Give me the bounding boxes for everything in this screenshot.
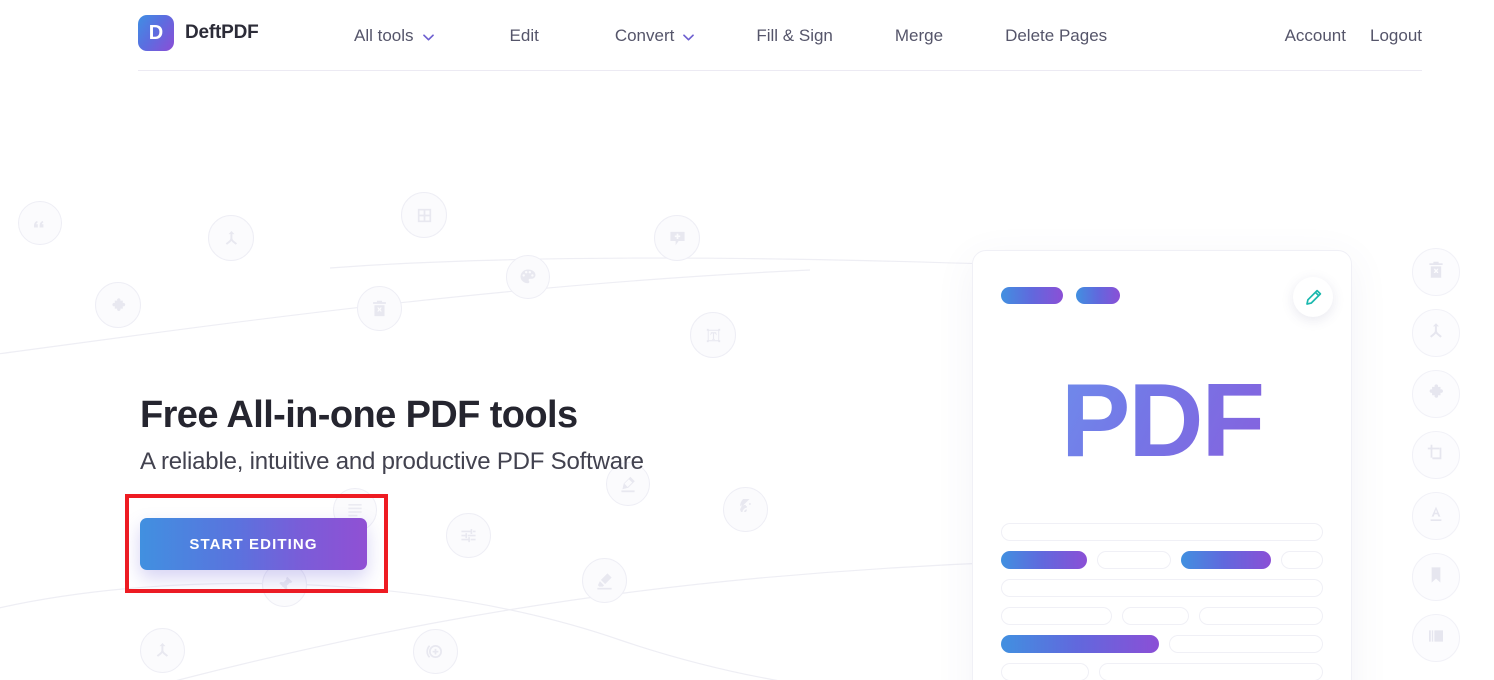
crop-icon (1425, 442, 1447, 469)
quote-icon (30, 213, 50, 233)
decorative-palette-icon (506, 255, 550, 299)
merge-icon (221, 228, 242, 249)
nav-item-label: Delete Pages (1005, 26, 1108, 45)
text-underline-icon (1425, 503, 1447, 530)
card-bar-empty (1001, 663, 1089, 680)
highlight-icon (594, 570, 615, 591)
card-row (1001, 579, 1323, 597)
card-bar-empty (1122, 607, 1189, 625)
signal-icon (735, 499, 756, 520)
nav-item-all-tools[interactable]: All tools (338, 22, 450, 50)
decorative-puzzle-icon (95, 282, 141, 328)
merge-icon (1425, 320, 1447, 347)
page-title: Free All-in-one PDF tools (140, 394, 578, 436)
textbox-icon (703, 325, 724, 346)
card-pill (1076, 287, 1120, 304)
card-bar-empty (1001, 523, 1323, 541)
decorative-target-icon (413, 629, 458, 674)
decorative-textbox-icon (690, 312, 736, 358)
delete-pages-icon (1425, 259, 1447, 286)
nav-item-label: Fill & Sign (756, 26, 833, 45)
card-bar-empty (1198, 607, 1323, 625)
merge-icon (152, 640, 173, 661)
stamp-icon (618, 474, 638, 494)
nav-item-label: Merge (894, 26, 944, 45)
puzzle-icon (1425, 381, 1447, 408)
card-bar-empty (1097, 551, 1172, 569)
card-header-pills (1001, 287, 1120, 304)
card-bar-filled (1181, 551, 1271, 569)
rail-puzzle-button[interactable] (1412, 370, 1460, 418)
decorative-adjust-icon (446, 513, 491, 558)
brand-logo[interactable]: D DeftPDF (138, 15, 259, 51)
nav-item-edit[interactable]: Edit (494, 22, 555, 50)
site-header: D DeftPDF All tools Edit Convert Fill & … (0, 0, 1494, 71)
hero-preview-card: PDF (972, 250, 1352, 680)
page-root: D DeftPDF All tools Edit Convert Fill & … (0, 0, 1494, 680)
edit-document-button[interactable] (1293, 277, 1333, 317)
rail-merge-button[interactable] (1412, 309, 1460, 357)
card-pdf-text: PDF (973, 369, 1351, 473)
card-bar-empty (1280, 551, 1323, 569)
decorative-comment-plus-icon (654, 215, 700, 261)
rail-bookmark-button[interactable] (1412, 553, 1460, 601)
comment-plus-icon (667, 228, 688, 249)
tool-icon-rail (1412, 248, 1460, 662)
card-row (1001, 607, 1323, 625)
nav-item-delete-pages[interactable]: Delete Pages (989, 22, 1123, 50)
adjust-icon (458, 525, 479, 546)
card-bar-filled (1001, 635, 1160, 653)
decorative-signal-icon (723, 487, 768, 532)
rail-text-underline-button[interactable] (1412, 492, 1460, 540)
nav-item-label: Logout (1370, 26, 1422, 45)
start-editing-button[interactable]: START EDITING (140, 518, 367, 570)
rail-crop-button[interactable] (1412, 431, 1460, 479)
card-bar-empty (1001, 607, 1113, 625)
nav-item-convert[interactable]: Convert (599, 22, 711, 50)
card-row (1001, 523, 1323, 541)
card-row (1001, 551, 1323, 569)
decorative-quote-icon (18, 201, 62, 245)
card-pill (1001, 287, 1063, 304)
rail-delete-pages-button[interactable] (1412, 248, 1460, 296)
account-navigation: Account Logout (1285, 22, 1422, 50)
brand-mark-icon: D (138, 15, 174, 51)
rail-layout-button[interactable] (1412, 614, 1460, 662)
header-divider (138, 70, 1422, 71)
nav-item-label: All tools (354, 26, 414, 45)
decorative-merge-icon (208, 215, 254, 261)
card-bar-empty (1001, 579, 1323, 597)
chevron-down-icon (422, 33, 434, 41)
nav-item-label: Convert (614, 26, 675, 45)
trash-icon (369, 298, 390, 319)
decorative-merge-icon (140, 628, 185, 673)
card-bar-empty (1098, 663, 1323, 680)
card-row (1001, 635, 1323, 653)
target-icon (425, 641, 446, 662)
hero-subtitle: A reliable, intuitive and productive PDF… (140, 447, 644, 475)
nav-item-fill-and-sign[interactable]: Fill & Sign (740, 22, 849, 50)
grid-icon (414, 205, 435, 226)
decorative-grid-icon (401, 192, 447, 238)
card-row (1001, 663, 1323, 680)
chevron-down-icon (683, 33, 695, 41)
layout-icon (1425, 625, 1447, 652)
palette-icon (518, 267, 538, 287)
decorative-trash-icon (357, 286, 402, 331)
puzzle-icon (108, 295, 129, 316)
card-content-rows (1001, 523, 1323, 680)
nav-item-account[interactable]: Account (1285, 22, 1346, 50)
card-bar-empty (1169, 635, 1323, 653)
brand-name: DeftPDF (185, 22, 259, 43)
nav-item-label: Edit (509, 26, 539, 45)
main-navigation: All tools Edit Convert Fill & Sign Merge… (338, 22, 1123, 50)
bookmark-icon (1425, 564, 1447, 591)
pencil-icon (1305, 289, 1322, 306)
decorative-highlight-icon (582, 558, 627, 603)
nav-item-label: Account (1284, 26, 1346, 45)
hero-text-block: Free All-in-one PDF tools A reliable, in… (140, 394, 644, 476)
card-bar-filled (1001, 551, 1088, 569)
nav-item-merge[interactable]: Merge (879, 22, 959, 50)
nav-item-logout[interactable]: Logout (1370, 22, 1422, 50)
